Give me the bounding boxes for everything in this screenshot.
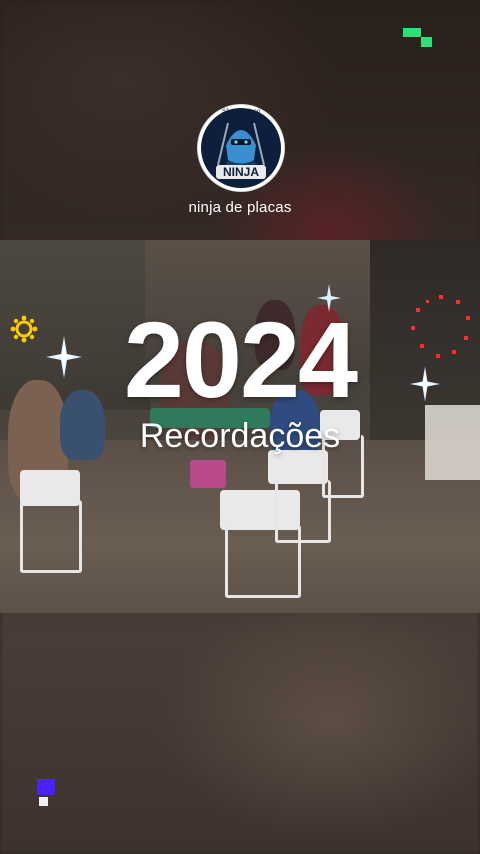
year-title: 2024 (123, 299, 358, 420)
memories-subtitle: Recordações (139, 417, 341, 455)
username[interactable]: ninja de placas (0, 199, 480, 216)
avatar-logo-text: NINJA (223, 165, 259, 179)
avatar[interactable]: NINJA São Francisco (197, 104, 285, 192)
ninja-logo-icon: NINJA São Francisco (198, 105, 284, 191)
avatar-logo-caption: São Francisco (222, 109, 261, 115)
